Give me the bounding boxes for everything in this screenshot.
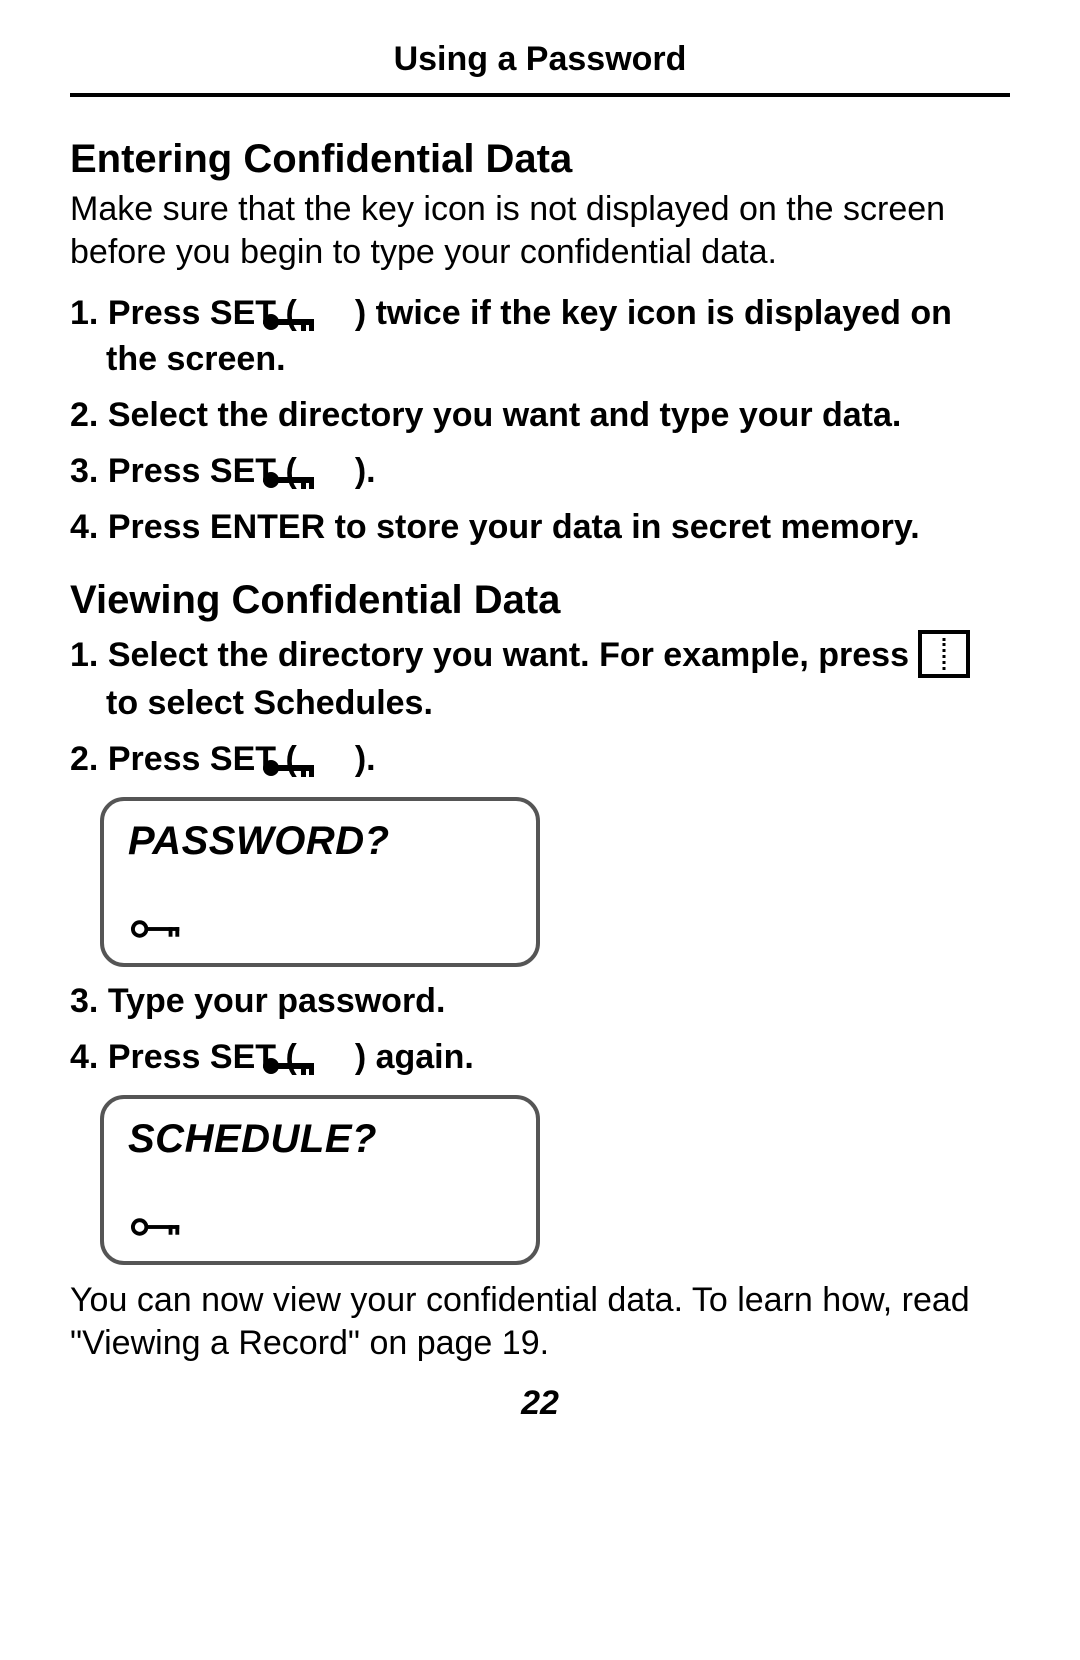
step-text: ) again.: [355, 1038, 474, 1076]
key-icon: [130, 1214, 186, 1245]
step: Select the directory you want. For examp…: [70, 633, 1010, 727]
step: Press SET () again.: [70, 1035, 1010, 1081]
key-icon: [297, 301, 355, 325]
step-text: ).: [355, 452, 376, 490]
page-header: Using a Password: [70, 40, 1010, 79]
key-icon: [130, 916, 186, 947]
viewing-steps-1: Select the directory you want. For examp…: [70, 633, 1010, 783]
page-number: 22: [70, 1384, 1010, 1423]
key-icon: [297, 747, 355, 771]
lcd-text: PASSWORD?: [128, 819, 512, 864]
step: Select the directory you want and type y…: [70, 393, 1010, 439]
step: Press SET ().: [70, 449, 1010, 495]
section-entering-intro: Make sure that the key icon is not displ…: [70, 188, 1010, 273]
step-text: to select Schedules.: [106, 684, 433, 722]
step-text: ).: [355, 740, 376, 778]
step: Press ENTER to store your data in secret…: [70, 505, 1010, 551]
section-entering-title: Entering Confidential Data: [70, 137, 1010, 182]
viewing-steps-2: Type your password. Press SET () again.: [70, 979, 1010, 1081]
step: Press SET ().: [70, 737, 1010, 783]
step: Press SET () twice if the key icon is di…: [70, 291, 1010, 383]
schedule-icon: [918, 630, 970, 678]
key-icon: [297, 1045, 355, 1069]
step-text: Select the directory you want. For examp…: [108, 636, 919, 674]
header-divider: [70, 93, 1010, 97]
step: Type your password.: [70, 979, 1010, 1025]
key-icon: [297, 459, 355, 483]
lcd-text: SCHEDULE?: [128, 1117, 512, 1162]
section-viewing-title: Viewing Confidential Data: [70, 578, 1010, 623]
lcd-password: PASSWORD?: [100, 797, 540, 967]
entering-steps: Press SET () twice if the key icon is di…: [70, 291, 1010, 550]
footer-text: You can now view your confidential data.…: [70, 1279, 1010, 1364]
lcd-schedule: SCHEDULE?: [100, 1095, 540, 1265]
